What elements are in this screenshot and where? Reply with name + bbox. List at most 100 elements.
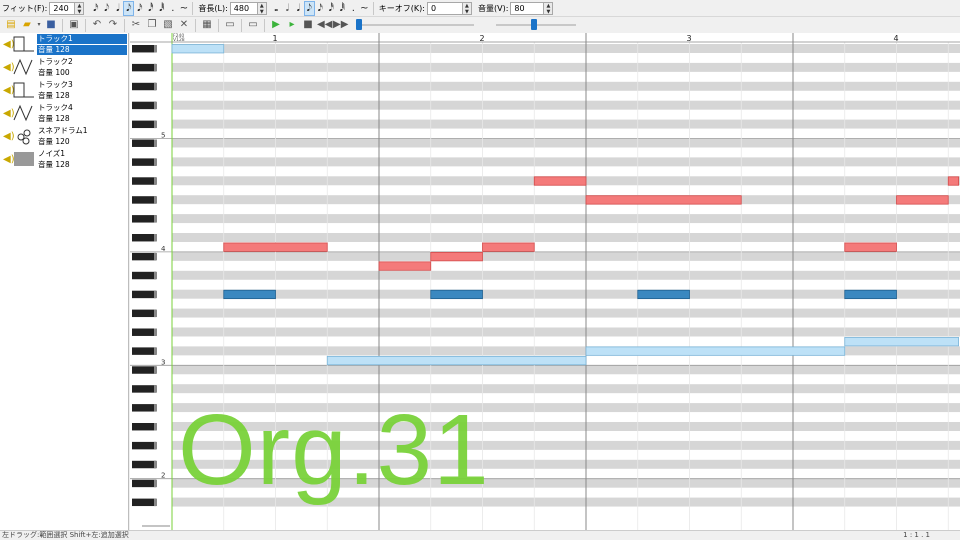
length-note-button[interactable]: 𝅘𝅥𝅰 bbox=[326, 1, 337, 16]
save-icon[interactable]: ■ bbox=[44, 18, 58, 32]
track-volume: 音量 128 bbox=[38, 160, 70, 169]
fit-field[interactable]: 240 bbox=[49, 1, 76, 15]
grid-row bbox=[172, 157, 960, 167]
piano-key bbox=[132, 404, 156, 412]
position-slider[interactable] bbox=[356, 19, 474, 31]
piano-key bbox=[132, 63, 156, 72]
track-item[interactable]: ◀) スネアドラム1 音量 120 bbox=[0, 125, 128, 148]
piano-key bbox=[132, 45, 156, 53]
piano-key-edge bbox=[154, 309, 157, 318]
print-icon[interactable]: ▣ bbox=[67, 18, 81, 32]
piano-key-edge bbox=[154, 271, 157, 280]
length-note-button[interactable]: 𝅝 bbox=[271, 1, 282, 16]
paste-icon[interactable]: ▧ bbox=[161, 18, 175, 32]
length-note-button[interactable]: . bbox=[348, 1, 359, 16]
fit-note-button[interactable]: 𝅘𝅥𝅯 bbox=[134, 1, 145, 16]
play-icon[interactable]: ▶ bbox=[269, 18, 283, 32]
delete-icon[interactable]: ✕ bbox=[177, 18, 191, 32]
fit-note-button[interactable]: 𝅘𝅥 bbox=[112, 1, 123, 16]
length-note-button[interactable]: 𝅘𝅥𝅮 bbox=[303, 0, 315, 16]
volume-spinner[interactable]: ▲ ▼ bbox=[544, 1, 554, 15]
track-name: スネアドラム1 bbox=[38, 126, 88, 135]
open-icon[interactable]: ▰ bbox=[20, 18, 34, 32]
piano-key-edge bbox=[154, 234, 157, 242]
track-volume: 音量 128 bbox=[37, 45, 127, 55]
export-icon[interactable]: ▭ bbox=[246, 18, 260, 32]
piano-roll[interactable]: F240 V128 5 4 3 2 1 2 3 4 bbox=[130, 33, 960, 530]
piano-key-edge bbox=[154, 252, 157, 261]
status-position: 1 : 1 . 1 bbox=[903, 531, 930, 539]
piano-key-edge bbox=[154, 45, 157, 53]
track-item[interactable]: ◀) トラック4 音量 128 bbox=[0, 102, 128, 125]
piano-key bbox=[132, 309, 156, 318]
stop-icon[interactable]: ■ bbox=[301, 18, 315, 32]
piano-key bbox=[132, 328, 156, 336]
new-icon[interactable]: ▤ bbox=[4, 18, 18, 32]
dropdown-icon[interactable]: ▾ bbox=[36, 18, 42, 32]
fit-note-button[interactable]: . bbox=[167, 1, 178, 16]
properties-icon[interactable]: ▦ bbox=[200, 18, 214, 32]
fit-note-button[interactable]: 𝅘𝅥𝅰 bbox=[145, 1, 156, 16]
note-toolbar: フィット(F): 240 ▲ ▼ 𝅘𝅥𝅯 𝅘𝅥𝅮 𝅘𝅥 𝅘𝅥𝅮 𝅘𝅥𝅯 𝅘𝅥𝅰 𝅘𝅥𝅱. ~ 音… bbox=[0, 0, 960, 17]
cut-icon[interactable]: ✂ bbox=[129, 18, 143, 32]
track-item[interactable]: ◀) トラック3 音量 128 bbox=[0, 79, 128, 102]
pink-note bbox=[378, 261, 432, 271]
grid-row bbox=[172, 62, 960, 72]
grid-row bbox=[172, 138, 960, 148]
piano-key-edge bbox=[154, 347, 157, 355]
pink-note bbox=[482, 242, 535, 252]
grid-row bbox=[172, 440, 960, 450]
redo-icon[interactable]: ↷ bbox=[106, 18, 120, 32]
piano-key bbox=[132, 196, 156, 204]
fit-note-button[interactable]: 𝅘𝅥𝅯 bbox=[90, 1, 101, 16]
blue-note bbox=[223, 289, 276, 300]
grid-row bbox=[172, 100, 960, 110]
fit-note-button[interactable]: 𝅘𝅥𝅮 bbox=[101, 1, 112, 16]
keyoff-spinner[interactable]: ▲ ▼ bbox=[462, 1, 472, 15]
pink-note bbox=[430, 251, 483, 262]
length-note-button[interactable]: 𝅘𝅥𝅯 bbox=[315, 1, 326, 16]
play-from-icon[interactable]: ▸ bbox=[285, 18, 299, 32]
blue-note bbox=[844, 289, 897, 300]
pink-note bbox=[947, 176, 960, 186]
length-note-button[interactable]: ~ bbox=[359, 1, 370, 16]
fit-note-button[interactable]: 𝅘𝅥𝅮 bbox=[123, 0, 135, 16]
length-spinner[interactable]: ▲ ▼ bbox=[257, 1, 267, 15]
track-volume: 音量 128 bbox=[38, 91, 70, 100]
square-wave-icon bbox=[12, 80, 36, 100]
fit-note-button[interactable]: ~ bbox=[178, 1, 189, 16]
piano-roll-canvas[interactable]: F240V12854321 2 3 4 bbox=[130, 33, 960, 530]
piano-key bbox=[132, 366, 156, 374]
track-item[interactable]: ◀) トラック1 音量 128 bbox=[0, 33, 128, 56]
piano-key bbox=[132, 158, 156, 166]
octave-label: 2 bbox=[161, 472, 165, 480]
track-name: ノイズ1 bbox=[38, 149, 66, 158]
track-volume: 音量 100 bbox=[38, 68, 70, 77]
length-field[interactable]: 480 bbox=[229, 1, 258, 15]
fit-spinner[interactable]: ▲ ▼ bbox=[75, 1, 85, 15]
piano-key-edge bbox=[154, 479, 157, 488]
length-label: 音長(L): bbox=[198, 3, 228, 13]
fit-note-button[interactable]: 𝅘𝅥𝅱 bbox=[156, 1, 167, 16]
length-note-button[interactable]: 𝅘𝅥𝅱 bbox=[337, 1, 348, 16]
forward-icon[interactable]: ▶▶ bbox=[333, 18, 348, 32]
note-length-buttons: 𝅘𝅥𝅯 𝅘𝅥𝅮 𝅘𝅥 𝅘𝅥𝅮 𝅘𝅥𝅯 𝅘𝅥𝅰 𝅘𝅥𝅱. ~ bbox=[90, 0, 189, 16]
track-item[interactable]: ◀) ノイズ1 音量 128 bbox=[0, 148, 128, 171]
grid-row bbox=[172, 119, 960, 129]
view-icon[interactable]: ▭ bbox=[223, 18, 237, 32]
keyoff-field[interactable]: 0 bbox=[426, 1, 463, 15]
piano-key-edge bbox=[154, 385, 157, 393]
tempo-slider[interactable] bbox=[496, 19, 576, 31]
length-note-button[interactable]: 𝅗𝅥 bbox=[282, 1, 293, 16]
undo-icon[interactable]: ↶ bbox=[90, 18, 104, 32]
blue-note bbox=[637, 289, 690, 300]
track-item[interactable]: ◀) トラック2 音量 100 bbox=[0, 56, 128, 79]
square-wave-icon bbox=[12, 34, 36, 54]
copy-icon[interactable]: ❐ bbox=[145, 18, 159, 32]
piano-key-edge bbox=[154, 423, 157, 431]
blue-note bbox=[430, 289, 483, 300]
piano-key-edge bbox=[154, 101, 157, 110]
rewind-icon[interactable]: ◀◀ bbox=[317, 18, 332, 32]
volume-field[interactable]: 80 bbox=[510, 1, 545, 15]
length-note-button[interactable]: 𝅘𝅥 bbox=[293, 1, 304, 16]
